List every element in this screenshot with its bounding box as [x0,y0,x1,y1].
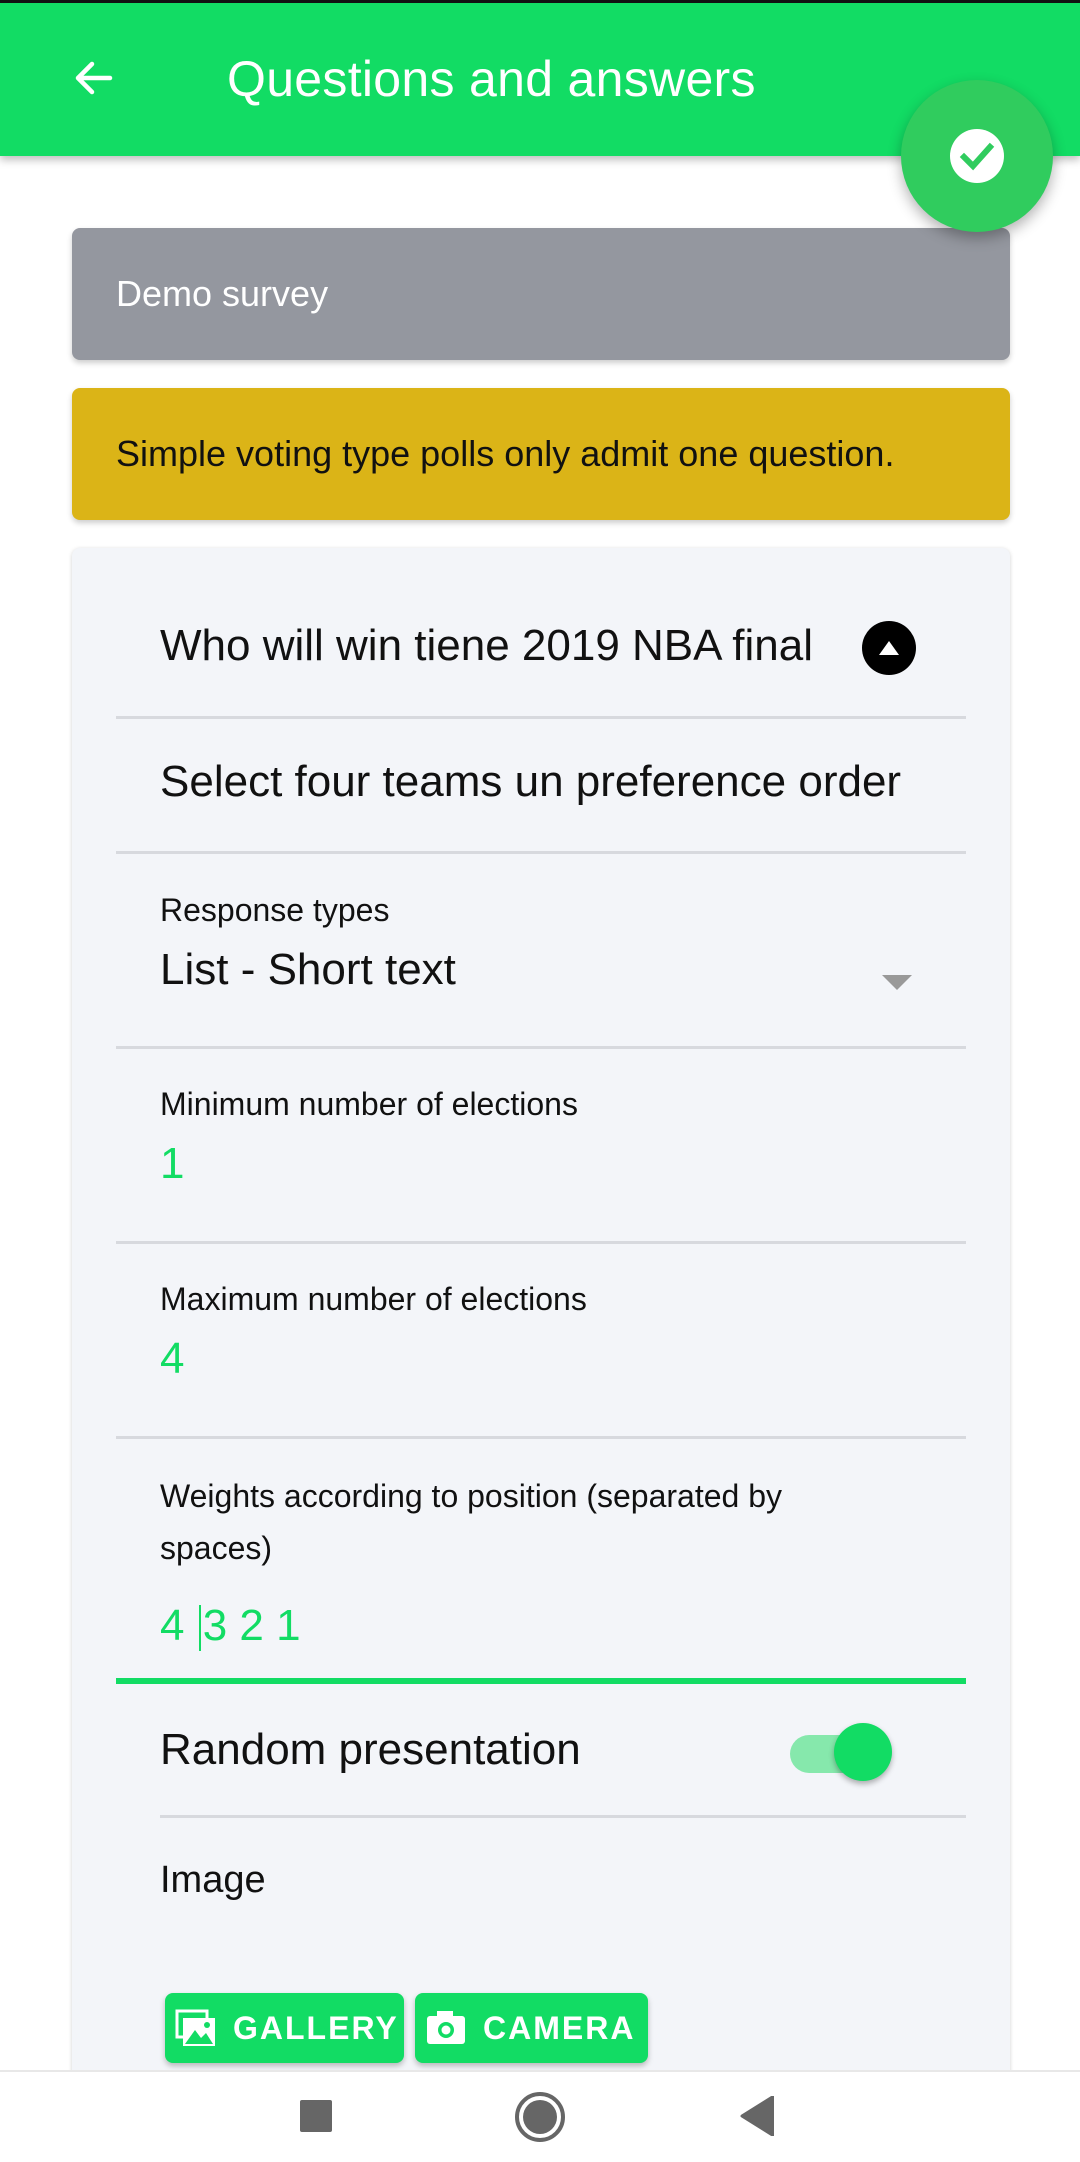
home-button[interactable] [515,2090,565,2149]
triangle-back-icon [740,2094,776,2138]
square-recents-icon [300,2100,332,2132]
divider [116,1436,966,1439]
divider [116,1046,966,1049]
gallery-icon [175,2008,217,2048]
page-title: Questions and answers [227,51,756,107]
divider [116,851,966,854]
camera-button[interactable]: CAMERA [415,1993,648,2063]
system-nav-bar [0,2070,1080,2162]
max-elections-label: Maximum number of elections [160,1281,587,1317]
response-type-label: Response types [160,892,390,928]
collapse-question-button[interactable] [862,621,916,675]
circle-home-icon [515,2092,565,2142]
camera-icon [425,2008,467,2048]
status-bar-edge [0,0,1080,3]
question-description-field[interactable]: Select four teams un preference order [160,750,1010,814]
question-form-card: Who will win tiene 2019 NBA final Select… [72,548,1010,2108]
text-caret [198,1605,201,1652]
gallery-button-label: GALLERY [233,2009,399,2046]
random-presentation-toggle[interactable] [790,1723,892,1781]
weights-input-focus-underline [116,1678,966,1684]
min-elections-label: Minimum number of elections [160,1086,578,1122]
image-label: Image [160,1859,266,1901]
weights-value-after-caret: 3 2 1 [202,1601,301,1650]
min-elections-input[interactable]: 1 [160,1134,184,1194]
notice-card: Simple voting type polls only admit one … [72,388,1010,520]
toggle-thumb [834,1723,892,1781]
check-circle-icon [950,129,1004,183]
gallery-button[interactable]: GALLERY [165,1993,404,2063]
max-elections-input[interactable]: 4 [160,1329,184,1389]
survey-name: Demo survey [116,273,329,314]
response-type-select[interactable]: List - Short text [160,940,456,1000]
back-button[interactable] [64,48,124,108]
weights-input[interactable]: 4 3 2 1 [160,1596,301,1656]
chevron-up-circle-icon [879,641,899,655]
recents-button[interactable] [300,2100,332,2139]
divider [116,1241,966,1244]
weights-value-before-caret: 4 [160,1601,197,1650]
divider [160,1815,966,1818]
back-nav-button[interactable] [740,2094,776,2141]
notice-text: Simple voting type polls only admit one … [116,433,895,474]
random-presentation-label: Random presentation [160,1725,581,1774]
divider [116,716,966,719]
arrow-left-icon [75,61,113,95]
survey-name-card[interactable]: Demo survey [72,228,1010,360]
confirm-fab-button[interactable] [901,80,1053,232]
weights-label: Weights according to position (separated… [160,1478,782,1566]
camera-button-label: CAMERA [483,2009,636,2046]
dropdown-arrow-icon[interactable] [882,975,912,990]
